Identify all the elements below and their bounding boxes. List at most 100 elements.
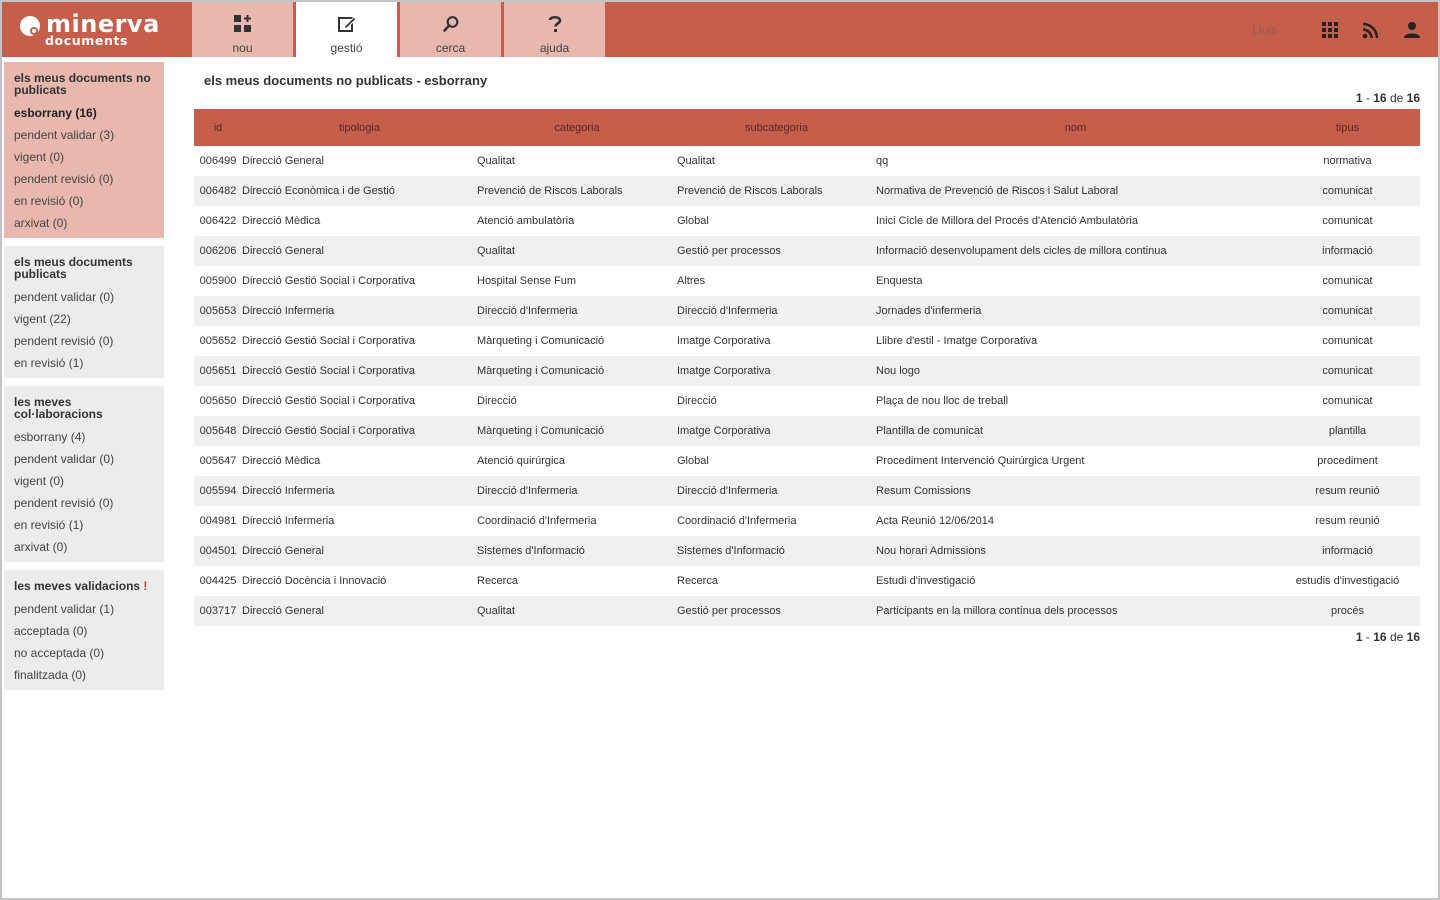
cell-subcategoria: Qualitat bbox=[677, 155, 715, 167]
sidebar: els meus documents no publicats esborran… bbox=[4, 62, 164, 698]
nav-tab-gestio[interactable]: gestió bbox=[296, 2, 397, 57]
apps-grid-icon[interactable] bbox=[1320, 20, 1340, 40]
table-row[interactable]: 005652 Direcció Gestió Social i Corporati… bbox=[194, 326, 1420, 356]
sidebar-group-title: els meus documents no publicats bbox=[14, 71, 151, 97]
cell-tipologia: Direcció Mèdica bbox=[242, 455, 321, 467]
cell-tipus: comunicat bbox=[1322, 185, 1373, 197]
table-row[interactable]: 005653 Direcció Infermeria Direcció d'Infe… bbox=[194, 296, 1420, 326]
sidebar-item-vigent[interactable]: vigent (22) bbox=[14, 308, 154, 330]
sidebar-item-no-acceptada[interactable]: no acceptada (0) bbox=[14, 642, 154, 664]
cell-tipologia: Direcció Gestió Social i Corporativa bbox=[242, 365, 416, 377]
cell-categoria: Coordinació d'Infermeria bbox=[477, 515, 597, 527]
cell-categoria: Hospital Sense Fum bbox=[477, 275, 577, 287]
cell-subcategoria: Prevenció de Riscos Laborals bbox=[677, 185, 823, 197]
table-row[interactable]: 006499 Direcció General Qualitat Qualitat qq… bbox=[194, 146, 1420, 176]
sidebar-item-en-revisio[interactable]: en revisió (1) bbox=[14, 514, 154, 536]
cell-nom: Nou horari Admissions bbox=[876, 545, 987, 557]
table-row[interactable]: 004501 Direcció General Sistemes d'Informa… bbox=[194, 536, 1420, 566]
cell-id: 005652 bbox=[199, 335, 237, 347]
cell-tipologia: Direcció General bbox=[242, 155, 324, 167]
documents-table: id tipologia categoria subcategoria nom … bbox=[194, 109, 1420, 626]
table-row[interactable]: 006482 Direcció Econòmica i de Gestió Prev… bbox=[194, 176, 1420, 206]
sidebar-item-pendent-revisio[interactable]: pendent revisió (0) bbox=[14, 168, 154, 190]
column-header-subcategoria[interactable]: subcategoria bbox=[677, 109, 876, 146]
sidebar-item-esborrany[interactable]: esborrany (16) bbox=[14, 102, 154, 124]
sidebar-item-esborrany[interactable]: esborrany (4) bbox=[14, 426, 154, 448]
user-profile-icon[interactable] bbox=[1402, 20, 1422, 40]
table-row[interactable]: 005650 Direcció Gestió Social i Corporati… bbox=[194, 386, 1420, 416]
cell-categoria: Atenció quirúrgica bbox=[477, 455, 566, 467]
cell-subcategoria: Coordinació d'Infermeria bbox=[677, 515, 797, 527]
cell-nom: qq bbox=[876, 155, 889, 167]
cell-nom: Plantilla de comunicat bbox=[876, 425, 984, 437]
nav-tab-cerca[interactable]: cerca bbox=[400, 2, 501, 57]
main-nav: nou gestió cerca ajuda bbox=[192, 2, 608, 57]
cell-tipus: comunicat bbox=[1322, 395, 1373, 407]
cell-tipologia: Direcció General bbox=[242, 605, 324, 617]
cell-categoria: Màrqueting i Comunicació bbox=[477, 365, 605, 377]
cell-tipologia: Direcció Gestió Social i Corporativa bbox=[242, 425, 416, 437]
cell-tipus: informació bbox=[1322, 245, 1373, 257]
table-row[interactable]: 005594 Direcció Infermeria Direcció d'Infe… bbox=[194, 476, 1420, 506]
column-header-tipus[interactable]: tipus bbox=[1275, 109, 1420, 146]
column-header-categoria[interactable]: categoria bbox=[477, 109, 677, 146]
cell-nom: Jornades d'infermeria bbox=[876, 305, 982, 317]
cell-subcategoria: Sistemes d'Informació bbox=[677, 545, 785, 557]
nav-tab-label: nou bbox=[232, 41, 253, 55]
cell-subcategoria: Gestió per processos bbox=[677, 605, 781, 617]
sidebar-item-pendent-validar[interactable]: pendent validar (0) bbox=[14, 286, 154, 308]
cell-categoria: Qualitat bbox=[477, 155, 515, 167]
rss-feed-icon[interactable] bbox=[1361, 20, 1381, 40]
table-row[interactable]: 004425 Direcció Docència i Innovació Recer… bbox=[194, 566, 1420, 596]
table-row[interactable]: 003717 Direcció General Qualitat Gestió per… bbox=[194, 596, 1420, 626]
sidebar-item-en-revisio[interactable]: en revisió (0) bbox=[14, 190, 154, 212]
sidebar-item-acceptada[interactable]: acceptada (0) bbox=[14, 620, 154, 642]
sidebar-group-collaborations: les meves col·laboracions esborrany (4) … bbox=[4, 386, 164, 562]
table-row[interactable]: 005647 Direcció Mèdica Atenció quirúrgica G… bbox=[194, 446, 1420, 476]
header-actions: Lluis bbox=[1252, 2, 1422, 57]
sidebar-item-vigent[interactable]: vigent (0) bbox=[14, 470, 154, 492]
sidebar-item-arxivat[interactable]: arxivat (0) bbox=[14, 212, 154, 234]
cell-nom: Estudi d'investigació bbox=[876, 575, 976, 587]
cell-nom: Acta Reunió 12/06/2014 bbox=[876, 515, 995, 527]
table-row[interactable]: 004981 Direcció Infermeria Coordinació d'I… bbox=[194, 506, 1420, 536]
sidebar-group-title-text: les meves validacions bbox=[14, 579, 141, 593]
column-header-id[interactable]: id bbox=[194, 109, 242, 146]
sidebar-item-pendent-validar[interactable]: pendent validar (1) bbox=[14, 598, 154, 620]
cell-id: 004501 bbox=[199, 545, 237, 557]
cell-categoria: Atenció ambulatòria bbox=[477, 215, 575, 227]
cell-categoria: Sistemes d'Informació bbox=[477, 545, 585, 557]
sidebar-item-pendent-revisio[interactable]: pendent revisió (0) bbox=[14, 492, 154, 514]
nav-tab-nou[interactable]: nou bbox=[192, 2, 293, 57]
cell-nom: Enquesta bbox=[876, 275, 923, 287]
sidebar-item-pendent-revisio[interactable]: pendent revisió (0) bbox=[14, 330, 154, 352]
sidebar-item-finalitzada[interactable]: finalitzada (0) bbox=[14, 664, 154, 686]
table-row[interactable]: 006422 Direcció Mèdica Atenció ambulatòria… bbox=[194, 206, 1420, 236]
nav-tab-ajuda[interactable]: ajuda bbox=[504, 2, 605, 57]
cell-subcategoria: Direcció bbox=[677, 395, 717, 407]
cell-id: 006482 bbox=[199, 185, 237, 197]
cell-tipologia: Direcció Infermeria bbox=[242, 305, 335, 317]
cell-categoria: Direcció bbox=[477, 395, 517, 407]
sidebar-item-arxivat[interactable]: arxivat (0) bbox=[14, 536, 154, 558]
cell-nom: Nou logo bbox=[876, 365, 921, 377]
sidebar-item-vigent[interactable]: vigent (0) bbox=[14, 146, 154, 168]
cell-tipus: comunicat bbox=[1322, 335, 1373, 347]
cell-subcategoria: Global bbox=[677, 215, 709, 227]
sidebar-item-en-revisio[interactable]: en revisió (1) bbox=[14, 352, 154, 374]
table-row[interactable]: 006206 Direcció General Qualitat Gestió per… bbox=[194, 236, 1420, 266]
minerva-logo[interactable]: minerva documents bbox=[16, 10, 166, 51]
column-header-nom[interactable]: nom bbox=[876, 109, 1275, 146]
cell-id: 005647 bbox=[199, 455, 237, 467]
table-row[interactable]: 005900 Direcció Gestió Social i Corporati… bbox=[194, 266, 1420, 296]
sidebar-item-pendent-validar[interactable]: pendent validar (0) bbox=[14, 448, 154, 470]
cell-tipologia: Direcció Infermeria bbox=[242, 485, 335, 497]
sidebar-item-pendent-validar[interactable]: pendent validar (3) bbox=[14, 124, 154, 146]
table-row[interactable]: 005651 Direcció Gestió Social i Corporati… bbox=[194, 356, 1420, 386]
table-body: 006499 Direcció General Qualitat Qualitat qq… bbox=[194, 146, 1420, 626]
column-header-tipologia[interactable]: tipologia bbox=[242, 109, 477, 146]
search-icon bbox=[442, 9, 460, 39]
cell-tipus: informació bbox=[1322, 545, 1373, 557]
user-name[interactable]: Lluis bbox=[1252, 23, 1277, 37]
table-row[interactable]: 005648 Direcció Gestió Social i Corporati… bbox=[194, 416, 1420, 446]
